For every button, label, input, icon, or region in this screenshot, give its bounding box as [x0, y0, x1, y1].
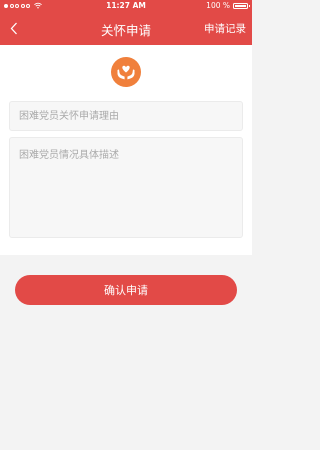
battery-status: 100 % [206, 1, 250, 10]
navigation-bar: 关怀申请 申请记录 [0, 12, 252, 45]
heart-hands-icon [111, 57, 141, 87]
battery-percent: 100 % [206, 1, 230, 10]
chevron-left-icon [10, 22, 17, 34]
confirm-application-button[interactable]: 确认申请 [15, 275, 237, 305]
battery-icon [233, 2, 250, 9]
application-records-link[interactable]: 申请记录 [204, 21, 246, 36]
back-button[interactable] [4, 17, 24, 39]
form-panel [0, 45, 252, 255]
reason-input[interactable] [9, 101, 243, 131]
description-textarea[interactable] [9, 137, 243, 238]
status-bar: 11:27 AM 100 % [0, 0, 252, 12]
